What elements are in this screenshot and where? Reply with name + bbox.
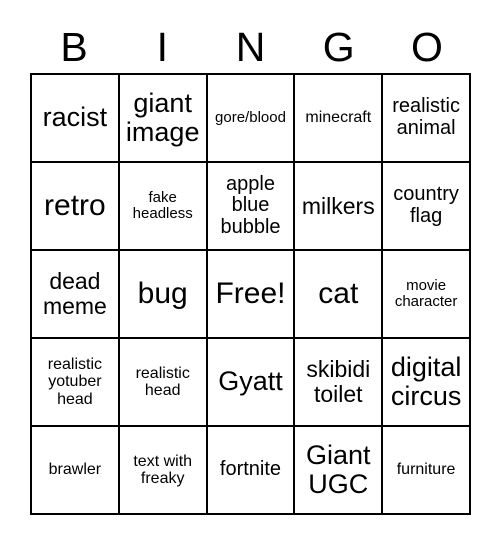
bingo-cell-label: apple blue bubble <box>220 172 281 238</box>
bingo-cell-o2[interactable]: country flag <box>383 163 471 251</box>
bingo-cell-b1[interactable]: racist <box>32 75 120 163</box>
bingo-cell-label: realistic head <box>135 364 190 399</box>
bingo-cell-i3[interactable]: bug <box>119 251 208 339</box>
bingo-cell-label: digital circus <box>390 351 462 411</box>
bingo-cell-label: skibidi toilet <box>306 356 371 407</box>
bingo-header-row: B I N G O <box>30 21 471 73</box>
bingo-header-letter-g: G <box>322 23 355 70</box>
bingo-cell-g2[interactable]: milkers <box>295 163 384 251</box>
bingo-cell-label: retro <box>44 188 106 222</box>
bingo-cell-g4[interactable]: skibidi toilet <box>295 339 384 427</box>
bingo-cell-label: cat <box>318 276 359 310</box>
free-space-label: Free! <box>215 276 286 310</box>
bingo-cell-label: text with freaky <box>133 452 193 487</box>
bingo-cell-g3[interactable]: cat <box>295 251 384 339</box>
bingo-cell-label: brawler <box>48 461 102 479</box>
bingo-cell-i2[interactable]: fake headless <box>119 163 208 251</box>
bingo-cell-label: racist <box>42 102 108 133</box>
bingo-card: B I N G O racist giant image gore/blood … <box>0 0 500 544</box>
bingo-cell-b5[interactable]: brawler <box>32 427 120 515</box>
bingo-cell-label: country flag <box>393 183 459 227</box>
bingo-cell-o1[interactable]: realistic animal <box>383 75 471 163</box>
bingo-row: brawler text with freaky fortnite Giant … <box>32 427 471 515</box>
bingo-cell-n5[interactable]: fortnite <box>207 427 296 515</box>
bingo-cell-label: minecraft <box>305 109 372 127</box>
bingo-header-letter-b: B <box>60 23 88 70</box>
bingo-cell-label: fake headless <box>132 188 193 222</box>
bingo-grid: racist giant image gore/blood minecraft … <box>30 73 471 515</box>
bingo-cell-label: realistic animal <box>392 95 460 139</box>
bingo-cell-n1[interactable]: gore/blood <box>207 75 296 163</box>
bingo-cell-b4[interactable]: realistic yotuber head <box>32 339 120 427</box>
bingo-cell-o5[interactable]: furniture <box>383 427 471 515</box>
bingo-cell-label: fortnite <box>219 458 282 481</box>
bingo-cell-label: movie character <box>394 276 458 310</box>
bingo-cell-o3[interactable]: movie character <box>383 251 471 339</box>
bingo-row: retro fake headless apple blue bubble mi… <box>32 163 471 251</box>
bingo-cell-label: gore/blood <box>215 108 286 126</box>
bingo-cell-label: bug <box>137 276 188 310</box>
bingo-cell-i5[interactable]: text with freaky <box>119 427 208 515</box>
bingo-cell-i4[interactable]: realistic head <box>119 339 208 427</box>
bingo-cell-n4[interactable]: Gyatt <box>207 339 296 427</box>
bingo-cell-label: giant image <box>125 87 200 147</box>
bingo-cell-label: dead meme <box>42 268 107 319</box>
bingo-cell-g1[interactable]: minecraft <box>295 75 384 163</box>
bingo-cell-label: Giant UGC <box>306 439 371 499</box>
bingo-cell-b2[interactable]: retro <box>32 163 120 251</box>
bingo-cell-b3[interactable]: dead meme <box>32 251 120 339</box>
bingo-cell-label: furniture <box>396 461 456 479</box>
bingo-cell-o4[interactable]: digital circus <box>383 339 471 427</box>
bingo-header-letter-i: I <box>156 23 168 70</box>
bingo-cell-g5[interactable]: Giant UGC <box>295 427 384 515</box>
bingo-cell-free-space[interactable]: Free! <box>207 251 296 339</box>
bingo-cell-i1[interactable]: giant image <box>119 75 208 163</box>
bingo-row: racist giant image gore/blood minecraft … <box>32 75 471 163</box>
bingo-header-letter-n: N <box>235 23 266 70</box>
bingo-row: dead meme bug Free! cat movie character <box>32 251 471 339</box>
bingo-cell-label: Gyatt <box>218 366 283 397</box>
bingo-cell-n2[interactable]: apple blue bubble <box>207 163 296 251</box>
bingo-cell-label: milkers <box>301 192 375 219</box>
bingo-header-letter-o: O <box>410 23 443 70</box>
bingo-cell-label: realistic yotuber head <box>47 356 103 408</box>
bingo-row: realistic yotuber head realistic head Gy… <box>32 339 471 427</box>
